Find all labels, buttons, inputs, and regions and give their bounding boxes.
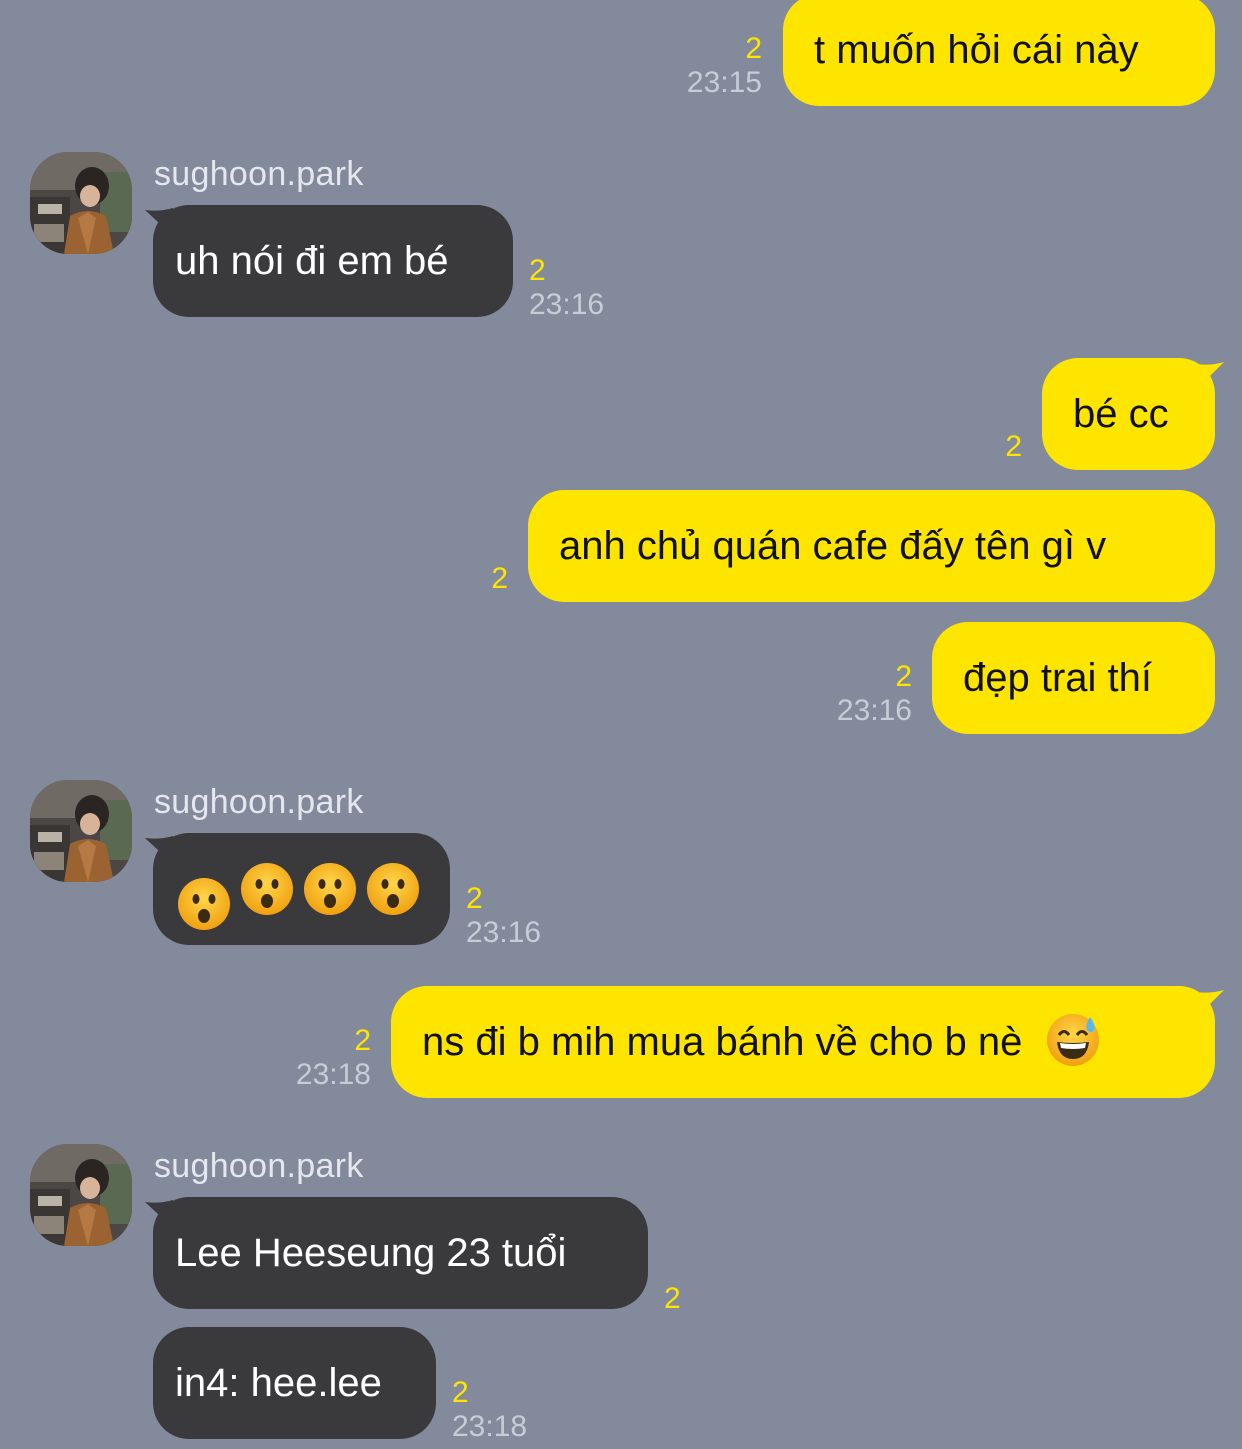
message-timestamp: 23:18 xyxy=(295,1058,371,1091)
message-text: Lee Heeseung 23 tuổi xyxy=(175,1231,567,1275)
avatar-photo xyxy=(30,152,132,254)
hushed-face-emoji xyxy=(366,862,420,916)
avatar[interactable] xyxy=(30,1144,132,1246)
outgoing-message-bubble[interactable]: bé cc xyxy=(1042,358,1215,470)
message-meta: 2 23:16 xyxy=(812,660,912,728)
avatar-photo xyxy=(30,780,132,882)
avatar[interactable] xyxy=(30,780,132,882)
unread-count: 2 xyxy=(452,1376,469,1409)
sender-name: sughoon.park xyxy=(154,1147,364,1185)
avatar[interactable] xyxy=(30,152,132,254)
message-timestamp: 23:18 xyxy=(452,1410,528,1443)
unread-count: 2 xyxy=(664,1282,681,1315)
message-text: in4: hee.lee xyxy=(175,1361,382,1405)
incoming-message-bubble[interactable]: Lee Heeseung 23 tuổi xyxy=(153,1197,648,1309)
chat-thread: t muốn hỏi cái này 2 23:15 sughoon.park … xyxy=(0,0,1242,1449)
message-timestamp: 23:16 xyxy=(836,694,912,727)
unread-count: 2 xyxy=(529,254,546,287)
message-meta: 2 xyxy=(922,430,1022,464)
incoming-message-bubble[interactable]: uh nói đi em bé xyxy=(153,205,513,317)
outgoing-message-bubble[interactable]: ns đi b mih mua bánh về cho b nè xyxy=(391,986,1215,1098)
incoming-message-bubble[interactable]: in4: hee.lee xyxy=(153,1327,436,1439)
outgoing-message-bubble[interactable]: anh chủ quán cafe đấy tên gì v xyxy=(528,490,1215,602)
message-meta: 2 23:16 xyxy=(529,254,629,322)
message-text: ns đi b mih mua bánh về cho b nè xyxy=(422,1020,1023,1064)
message-meta: 2 23:15 xyxy=(662,32,762,100)
unread-count: 2 xyxy=(354,1024,371,1057)
message-timestamp: 23:16 xyxy=(529,288,605,321)
message-timestamp: 23:16 xyxy=(466,916,542,949)
sender-name: sughoon.park xyxy=(154,783,364,821)
grinning-face-with-sweat-emoji xyxy=(1046,1013,1100,1067)
message-text: đẹp trai thí xyxy=(963,656,1153,700)
incoming-message-bubble[interactable] xyxy=(153,833,450,945)
message-meta: 2 23:16 xyxy=(466,882,566,950)
avatar-photo xyxy=(30,1144,132,1246)
unread-count: 2 xyxy=(1005,430,1022,463)
unread-count: 2 xyxy=(466,882,483,915)
message-text: uh nói đi em bé xyxy=(175,239,449,283)
hushed-face-emoji xyxy=(303,862,357,916)
outgoing-message-bubble[interactable]: t muốn hỏi cái này xyxy=(783,0,1215,106)
message-text: t muốn hỏi cái này xyxy=(814,28,1139,72)
message-meta: 2 23:18 xyxy=(452,1376,552,1444)
message-meta: 2 xyxy=(664,1282,764,1316)
message-text: bé cc xyxy=(1073,392,1169,436)
outgoing-message-bubble[interactable]: đẹp trai thí xyxy=(932,622,1215,734)
unread-count: 2 xyxy=(491,562,508,595)
message-meta: 2 xyxy=(408,562,508,596)
unread-count: 2 xyxy=(745,32,762,65)
unread-count: 2 xyxy=(895,660,912,693)
hushed-face-emoji xyxy=(177,877,231,931)
message-timestamp: 23:15 xyxy=(686,66,762,99)
message-meta: 2 23:18 xyxy=(271,1024,371,1092)
message-text: anh chủ quán cafe đấy tên gì v xyxy=(559,524,1107,568)
sender-name: sughoon.park xyxy=(154,155,364,193)
hushed-face-emoji xyxy=(240,862,294,916)
